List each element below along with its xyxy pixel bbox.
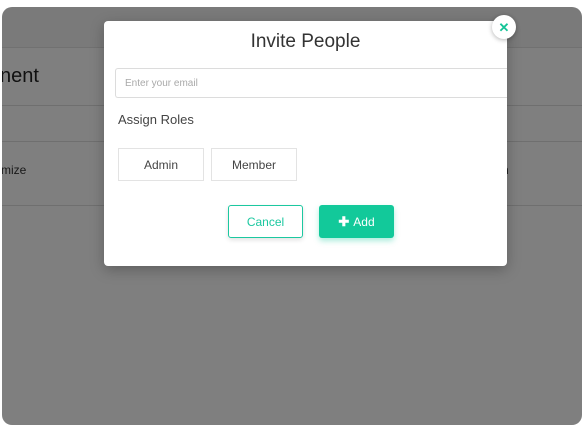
add-button-label: Add — [353, 214, 375, 229]
assign-roles-label: Assign Roles — [118, 112, 194, 127]
email-field[interactable] — [115, 68, 507, 98]
plus-icon: ✚ — [338, 214, 350, 229]
add-button[interactable]: ✚ Add — [319, 205, 394, 238]
close-icon: ✕ — [498, 19, 510, 35]
cancel-button[interactable]: Cancel — [228, 205, 303, 238]
dialog-title: Invite People — [250, 31, 361, 52]
role-member-button[interactable]: Member — [211, 148, 297, 181]
close-button[interactable]: ✕ — [492, 15, 516, 39]
invite-people-dialog: Invite People Assign Roles Admin Member … — [104, 21, 507, 266]
role-admin-button[interactable]: Admin — [118, 148, 204, 181]
